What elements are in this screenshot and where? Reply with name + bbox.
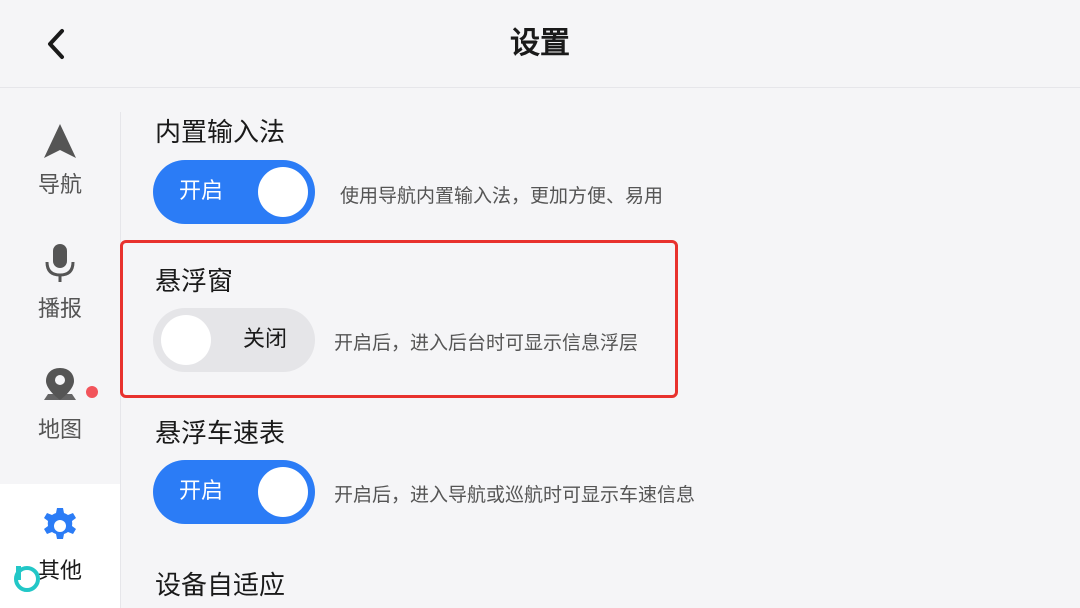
- toggle-knob: [258, 467, 308, 517]
- notification-badge: [86, 386, 98, 398]
- page-title: 设置: [510, 26, 570, 61]
- back-button[interactable]: [36, 24, 76, 64]
- toggle-floating-window[interactable]: 关闭: [153, 308, 315, 372]
- setting-description: 使用导航内置输入法，更加方便、易用: [340, 185, 664, 207]
- sidebar-item-broadcast[interactable]: 播报: [0, 222, 120, 344]
- setting-title-device-adaptive: 设备自适应: [155, 571, 286, 601]
- toggle-knob: [161, 315, 211, 365]
- toggle-floating-speedometer[interactable]: 开启: [153, 460, 315, 524]
- sidebar-item-label: 播报: [37, 297, 82, 322]
- microphone-icon: [45, 244, 75, 282]
- sidebar-item-label: 导航: [37, 173, 82, 198]
- toggle-knob: [258, 167, 308, 217]
- toggle-label: 关闭: [243, 327, 288, 352]
- toggle-label: 开启: [179, 179, 224, 204]
- toggle-input-method[interactable]: 开启: [153, 160, 315, 224]
- chevron-left-icon: [48, 29, 64, 59]
- setting-description: 开启后，进入导航或巡航时可显示车速信息: [334, 484, 696, 506]
- map-pin-icon: [44, 368, 76, 400]
- toggle-label: 开启: [179, 479, 224, 504]
- sidebar-item-map[interactable]: 地图: [0, 344, 120, 466]
- sidebar-item-navigation[interactable]: 导航: [0, 100, 120, 222]
- navigation-arrow-icon: [44, 124, 76, 158]
- header-bar: 设置: [0, 0, 1080, 88]
- gear-icon: [44, 508, 76, 539]
- setting-title-floating-window: 悬浮窗: [155, 267, 234, 297]
- sidebar-item-label: 其他: [37, 559, 82, 584]
- setting-title-floating-speedometer: 悬浮车速表: [155, 419, 286, 449]
- watermark-logo-icon: [14, 566, 40, 592]
- sidebar-item-label: 地图: [37, 418, 82, 443]
- setting-description: 开启后，进入后台时可显示信息浮层: [334, 332, 639, 354]
- setting-title-input-method: 内置输入法: [155, 118, 286, 148]
